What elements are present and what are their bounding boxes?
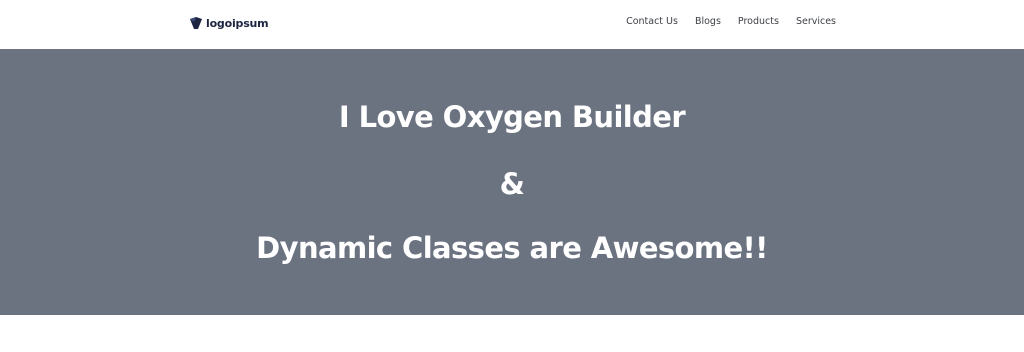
nav-services[interactable]: Services [796, 16, 836, 28]
main-nav: Contact Us Blogs Products Services [626, 16, 836, 28]
logo-mark-icon [190, 17, 202, 29]
hero-heading-line-3: Dynamic Classes are Awesome!! [256, 231, 768, 265]
site-header: logoipsum Contact Us Blogs Products Serv… [0, 0, 1024, 48]
nav-blogs[interactable]: Blogs [695, 16, 721, 28]
hero-section: I Love Oxygen Builder & Dynamic Classes … [0, 49, 1024, 315]
logo[interactable]: logoipsum [189, 14, 269, 32]
hero-heading-line-1: I Love Oxygen Builder [338, 100, 686, 134]
hero-heading-line-2: & [499, 167, 525, 201]
nav-products[interactable]: Products [738, 16, 779, 28]
nav-contact-us[interactable]: Contact Us [626, 16, 678, 28]
logo-text: logoipsum [206, 16, 269, 30]
